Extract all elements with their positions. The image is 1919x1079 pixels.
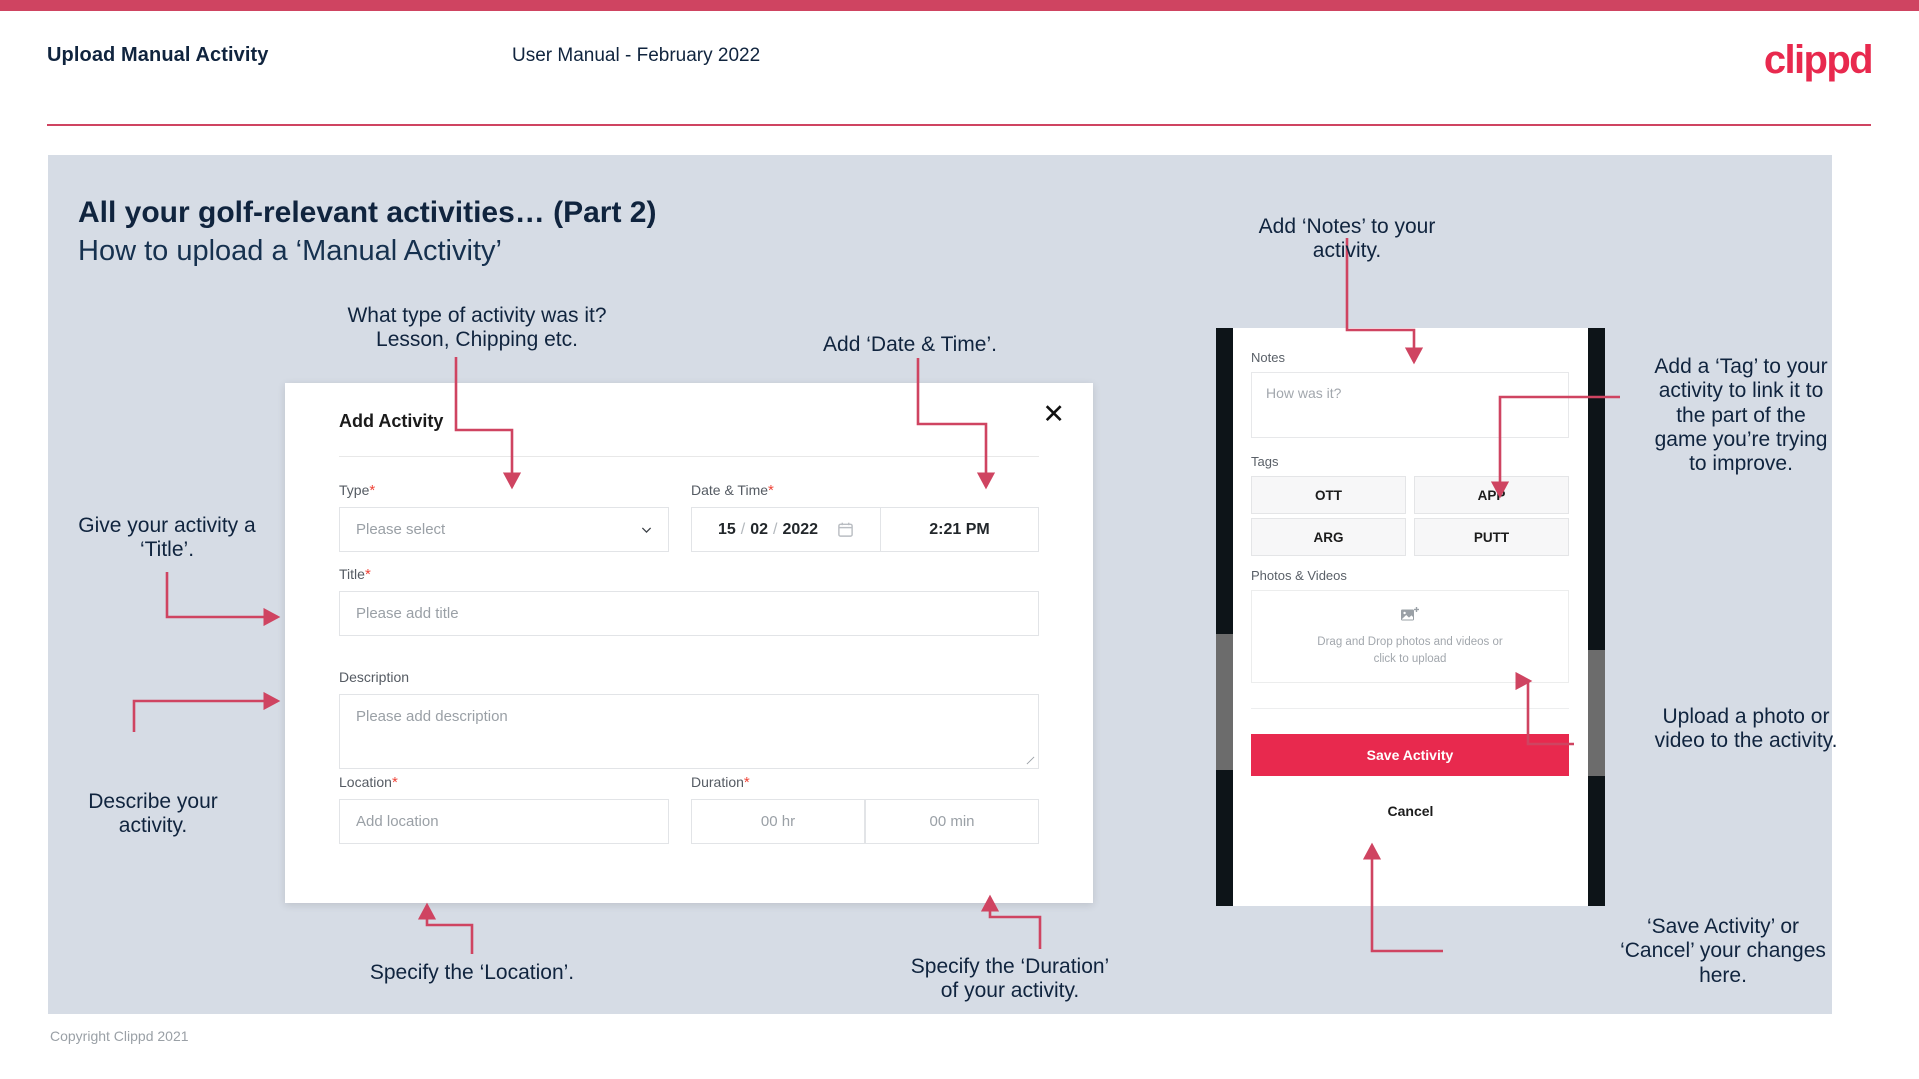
required-marker: *	[369, 482, 376, 499]
date-value[interactable]: 15 / 02 / 2022	[692, 508, 880, 551]
date-day: 15	[717, 520, 736, 538]
photo-video-dropzone[interactable]: Drag and Drop photos and videos or click…	[1251, 590, 1569, 683]
slide-subtitle: How to upload a ‘Manual Activity’	[78, 235, 502, 267]
required-marker: *	[364, 566, 371, 583]
dropzone-line-1: Drag and Drop photos and videos or	[1317, 635, 1503, 648]
tag-button-app[interactable]: APP	[1414, 476, 1569, 514]
date-year: 2022	[782, 520, 819, 538]
tag-button-ott[interactable]: OTT	[1251, 476, 1406, 514]
duration-minutes-input[interactable]: 00 min	[865, 799, 1039, 844]
datetime-label: Date & Time*	[691, 482, 774, 499]
phone-mockup: Notes How was it? Tags OTT APP ARG PUTT …	[1216, 328, 1605, 906]
annotation-datetime: Add ‘Date & Time’.	[823, 333, 997, 356]
annotation-tags: Add a ‘Tag’ to your activity to link it …	[1654, 355, 1828, 476]
datetime-field[interactable]: 15 / 02 / 2022 2:21 PM	[691, 507, 1039, 552]
location-placeholder: Add location	[356, 813, 439, 830]
dialog-title: Add Activity	[339, 411, 444, 431]
add-image-icon	[1401, 606, 1419, 621]
document-subtitle: User Manual - February 2022	[512, 45, 761, 66]
description-placeholder: Please add description	[356, 708, 508, 725]
chevron-down-icon	[641, 527, 652, 533]
header-divider	[47, 124, 1871, 126]
phone-frame-left	[1216, 328, 1233, 906]
location-input[interactable]: Add location	[339, 799, 669, 844]
dropzone-line-2: click to upload	[1373, 652, 1447, 665]
time-value[interactable]: 2:21 PM	[881, 508, 1038, 551]
copyright-text: Copyright Clippd 2021	[50, 1028, 189, 1044]
annotation-description: Describe your activity.	[88, 790, 218, 838]
annotation-notes: Add ‘Notes’ to your activity.	[1258, 215, 1436, 263]
date-sep-1: /	[740, 520, 746, 538]
type-placeholder: Please select	[356, 521, 446, 538]
tags-label: Tags	[1251, 454, 1279, 469]
dropzone-text: Drag and Drop photos and videos or click…	[1317, 634, 1502, 667]
date-sep-2: /	[773, 520, 778, 538]
cancel-button[interactable]: Cancel	[1233, 803, 1588, 819]
phone-divider	[1251, 708, 1569, 709]
title-placeholder: Please add title	[356, 605, 459, 622]
slide-title: All your golf-relevant activities… (Part…	[78, 196, 657, 229]
notes-label: Notes	[1251, 350, 1285, 365]
duration-hours-input[interactable]: 00 hr	[691, 799, 865, 844]
location-label: Location*	[339, 774, 398, 791]
phone-screen: Notes How was it? Tags OTT APP ARG PUTT …	[1233, 328, 1588, 906]
tag-button-putt[interactable]: PUTT	[1414, 518, 1569, 556]
title-label: Title*	[339, 566, 371, 583]
add-activity-dialog: Add Activity ✕ Type* Please select Date …	[285, 383, 1093, 903]
notes-textarea[interactable]: How was it?	[1251, 372, 1569, 438]
annotation-save: ‘Save Activity’ or ‘Cancel’ your changes…	[1620, 915, 1826, 987]
type-select[interactable]: Please select	[339, 507, 669, 552]
top-accent-bar	[0, 0, 1919, 11]
title-input[interactable]: Please add title	[339, 591, 1039, 636]
annotation-upload: Upload a photo or video to the activity.	[1654, 705, 1838, 753]
calendar-icon[interactable]	[837, 521, 854, 538]
required-marker: *	[391, 774, 398, 791]
duration-label: Duration*	[691, 774, 750, 791]
phone-side-button-right	[1588, 650, 1605, 776]
required-marker: *	[768, 482, 774, 499]
annotation-location: Specify the ‘Location’.	[369, 961, 575, 984]
resize-grip-icon[interactable]	[1026, 756, 1035, 765]
phone-frame-right	[1588, 328, 1605, 906]
date-month: 02	[750, 520, 768, 538]
tag-button-arg[interactable]: ARG	[1251, 518, 1406, 556]
dialog-header-divider	[339, 456, 1039, 457]
photos-videos-label: Photos & Videos	[1251, 568, 1347, 583]
page-title: Upload Manual Activity	[47, 44, 269, 66]
annotation-duration: Specify the ‘Duration’ of your activity.	[910, 955, 1110, 1003]
save-activity-button[interactable]: Save Activity	[1251, 734, 1569, 776]
type-label: Type*	[339, 482, 376, 499]
annotation-title: Give your activity a ‘Title’.	[78, 514, 256, 562]
description-textarea[interactable]: Please add description	[339, 694, 1039, 769]
close-icon[interactable]: ✕	[1042, 401, 1065, 428]
required-marker: *	[743, 774, 750, 791]
description-label: Description	[339, 669, 410, 685]
clippd-logo: clippd	[1763, 38, 1874, 82]
notes-placeholder: How was it?	[1266, 385, 1342, 401]
annotation-type: What type of activity was it? Lesson, Ch…	[347, 304, 607, 352]
phone-side-button-left	[1216, 634, 1233, 770]
